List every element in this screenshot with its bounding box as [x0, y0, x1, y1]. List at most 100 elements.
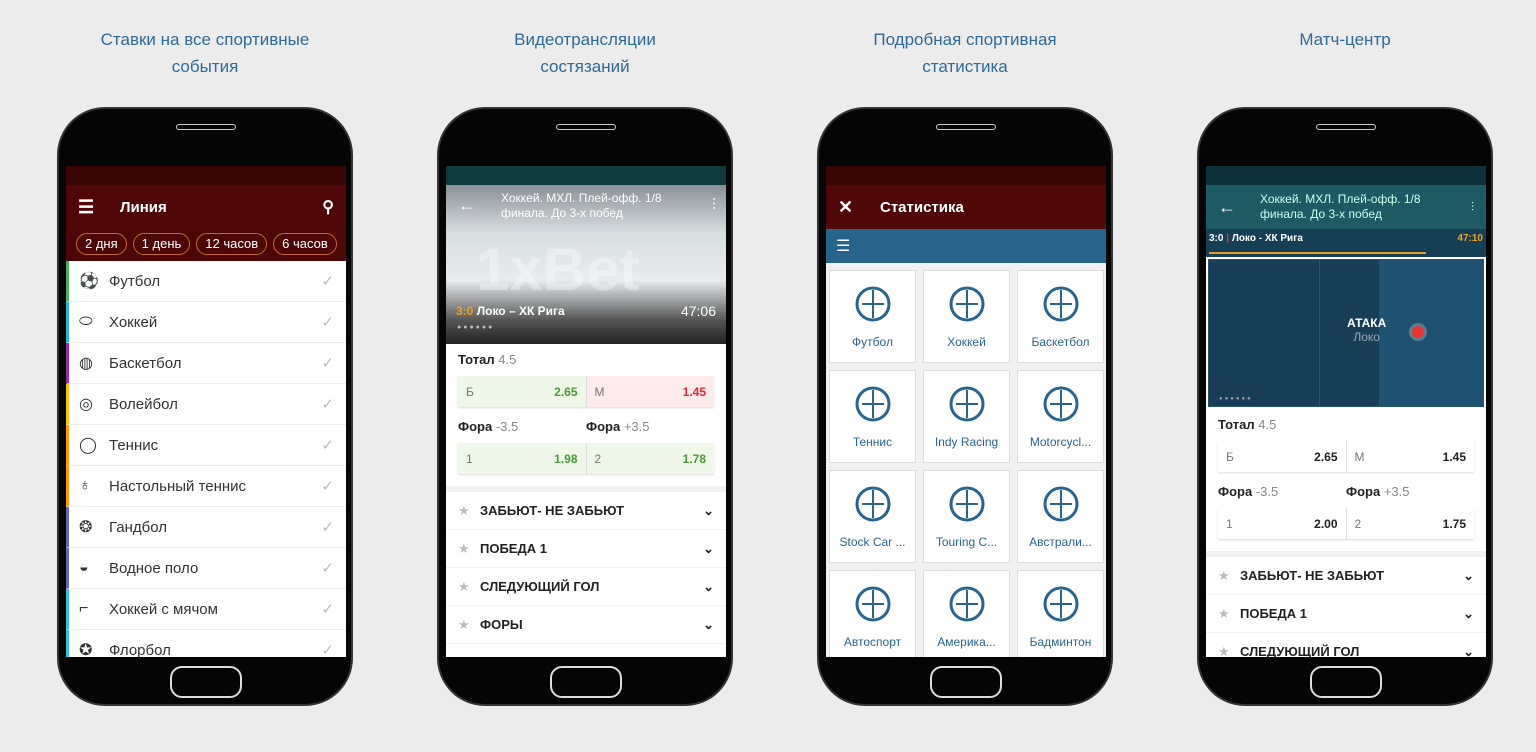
time-filter-chip[interactable]: 6 часов	[273, 233, 337, 255]
check-icon: ✓	[321, 396, 334, 413]
back-arrow-icon[interactable]: ←	[1218, 197, 1260, 218]
sport-tile[interactable]: Motorcycl...	[1017, 370, 1104, 463]
star-icon[interactable]: ★	[1218, 606, 1240, 622]
market-accordion[interactable]: ★ СЛЕДУЮЩИЙ ГОЛ ⌄	[446, 568, 726, 606]
sport-list-item[interactable]: ◎ Волейбол ✓	[66, 384, 346, 425]
time-filter-chips: 2 дня 1 день 12 часов 6 часов	[66, 229, 346, 261]
sport-grid: Футбол Хоккей Баскетбол Теннис Indy Racing Mo…	[826, 263, 1106, 657]
market-accordion[interactable]: ★ТОТАЛЫ⌄	[446, 644, 726, 658]
odd-over[interactable]: Б 2.65	[458, 376, 586, 407]
phone-mockup: ← Хоккей. МХЛ. Плей-офф. 1/8 финала. До 3-…	[1197, 107, 1493, 706]
home-button[interactable]	[930, 666, 1002, 698]
phone-screen: ✕ Статистика ☰ Футбол Хоккей Баскетбол Теннис…	[826, 166, 1106, 657]
odd-handicap-1[interactable]: 1 2.00	[1218, 508, 1346, 539]
sport-tile[interactable]: Теннис	[829, 370, 916, 463]
sport-list-item[interactable]: ⚽ Футбол ✓	[66, 261, 346, 302]
settings-sliders-icon[interactable]: ⫶	[1471, 200, 1474, 215]
odd-under[interactable]: М 1.45	[585, 376, 714, 407]
phone-screen: 1xBet ← Хоккей. МХЛ. Плей-офф. 1/8 финала…	[446, 166, 726, 657]
time-filter-chip[interactable]: 2 дня	[76, 233, 127, 255]
sport-tile[interactable]: Америка...	[923, 570, 1010, 657]
caption-line: Подробная спортивная	[873, 30, 1057, 49]
match-time: 47:06	[680, 303, 716, 319]
video-player[interactable]: 1xBet ← Хоккей. МХЛ. Плей-офф. 1/8 финала…	[446, 185, 726, 344]
page-dots[interactable]: ●●●●●●	[457, 324, 494, 331]
star-icon[interactable]: ★	[1218, 568, 1240, 584]
hamburger-icon[interactable]: ☰	[78, 197, 120, 218]
star-icon[interactable]: ★	[458, 655, 480, 658]
star-icon[interactable]: ★	[458, 579, 480, 595]
sport-list-item[interactable]: ◒ Водное поло ✓	[66, 548, 346, 589]
market-accordion[interactable]: ★ ПОБЕДА 1 ⌄	[446, 530, 726, 568]
market-label: СЛЕДУЮЩИЙ ГОЛ	[480, 579, 600, 594]
score-strip: 3:0 | Локо - ХК Рига 47:10	[1206, 229, 1486, 257]
attack-status: АТАКА Локо	[1347, 316, 1387, 344]
page-dots[interactable]: ●●●●●●	[1219, 396, 1253, 402]
puck-position-marker	[1412, 326, 1424, 338]
sport-tile[interactable]: Indy Racing	[923, 370, 1010, 463]
sport-list-item[interactable]: ♁ Настольный теннис ✓	[66, 466, 346, 507]
market-label: ПОБЕДА 1	[1240, 606, 1307, 621]
sport-label: Австрали...	[1029, 534, 1092, 549]
sport-list-item[interactable]: ⌐ Хоккей с мячом ✓	[66, 589, 346, 630]
sport-list-item[interactable]: ❂ Гандбол ✓	[66, 507, 346, 548]
score-line: 3:0 Локо – ХК Рига	[456, 304, 565, 318]
sport-tile[interactable]: Stock Car ...	[829, 470, 916, 563]
sport-tile[interactable]: Австрали...	[1017, 470, 1104, 563]
odd-handicap-1[interactable]: 1 1.98	[458, 443, 586, 474]
speaker	[176, 124, 236, 130]
market-accordion[interactable]: ★ ПОБЕДА 1 ⌄	[1206, 595, 1486, 633]
sport-list-item[interactable]: ✪ Флорбол ✓	[66, 630, 346, 657]
sport-icon	[855, 486, 890, 521]
sport-tile[interactable]: Автоспорт	[829, 570, 916, 657]
search-icon[interactable]: ⚲	[322, 197, 334, 217]
sport-icon	[855, 386, 890, 421]
feature-caption: Подробная спортивная статистика	[815, 26, 1115, 80]
hamburger-icon[interactable]: ☰	[836, 238, 850, 255]
app-header: ✕ Статистика	[826, 185, 1106, 229]
market-accordion[interactable]: ★ ЗАБЬЮТ- НЕ ЗАБЬЮТ ⌄	[446, 492, 726, 530]
star-icon[interactable]: ★	[458, 503, 480, 519]
check-icon: ✓	[321, 642, 334, 657]
sport-icon: ◒	[79, 559, 89, 576]
odd-handicap-2[interactable]: 2 1.75	[1345, 508, 1474, 539]
star-icon[interactable]: ★	[1218, 644, 1240, 658]
home-button[interactable]	[1310, 666, 1382, 698]
market-accordion[interactable]: ★ СЛЕДУЮЩИЙ ГОЛ ⌄	[1206, 633, 1486, 658]
time-filter-chip[interactable]: 12 часов	[196, 233, 268, 255]
sport-list-item[interactable]: ◍ Баскетбол ✓	[66, 343, 346, 384]
check-icon: ✓	[321, 437, 334, 454]
sport-tile[interactable]: Touring C...	[923, 470, 1010, 563]
sport-tile[interactable]: Баскетбол	[1017, 270, 1104, 363]
sport-tile[interactable]: Футбол	[829, 270, 916, 363]
time-filter-chip[interactable]: 1 день	[132, 233, 191, 255]
sport-label: Баскетбол	[109, 354, 182, 372]
home-button[interactable]	[170, 666, 242, 698]
close-icon[interactable]: ✕	[838, 197, 880, 218]
market-label: ПОБЕДА 1	[480, 541, 547, 556]
chevron-down-icon: ⌄	[703, 655, 714, 658]
caption-line: статистика	[922, 57, 1008, 76]
home-button[interactable]	[550, 666, 622, 698]
sport-label: Футбол	[109, 272, 161, 290]
settings-sliders-icon[interactable]: ⫶	[712, 197, 716, 215]
market-label: ЗАБЬЮТ- НЕ ЗАБЬЮТ	[480, 503, 625, 518]
odd-over[interactable]: Б 2.65	[1218, 441, 1346, 472]
sport-icon: ♁	[79, 477, 91, 494]
sport-list-item[interactable]: ◯ Теннис ✓	[66, 425, 346, 466]
chevron-down-icon: ⌄	[703, 502, 714, 518]
sport-tile[interactable]: Хоккей	[923, 270, 1010, 363]
market-accordion[interactable]: ★ ЗАБЬЮТ- НЕ ЗАБЬЮТ ⌄	[1206, 557, 1486, 595]
market-accordion[interactable]: ★ ФОРЫ ⌄	[446, 606, 726, 644]
star-icon[interactable]: ★	[458, 541, 480, 557]
odds-row: 1 1.98 2 1.78	[458, 443, 714, 474]
sport-tile[interactable]: Бадминтон	[1017, 570, 1104, 657]
total-title: Тотал 4.5	[458, 352, 517, 367]
odd-handicap-2[interactable]: 2 1.78	[585, 443, 714, 474]
odd-under[interactable]: М 1.45	[1345, 441, 1474, 472]
sport-list-item[interactable]: ⬭ Хоккей ✓	[66, 302, 346, 343]
chevron-down-icon: ⌄	[703, 540, 714, 556]
back-arrow-icon[interactable]: ←	[458, 195, 476, 216]
sport-label: Indy Racing	[934, 434, 999, 449]
star-icon[interactable]: ★	[458, 617, 480, 633]
